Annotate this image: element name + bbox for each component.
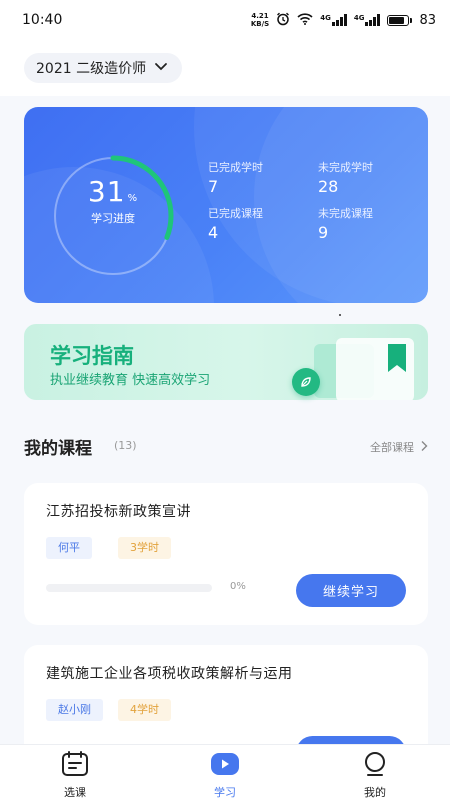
hours-tag: 4学时 <box>118 699 171 721</box>
exam-selector[interactable]: 2021 二级造价师 <box>24 53 183 83</box>
guide-subtitle: 执业继续教育 快速高效学习 <box>50 373 211 388</box>
net-speed: 4.21 KB/S <box>250 12 270 28</box>
teacher-tag: 何平 <box>46 537 92 559</box>
progress-label: 学习进度 <box>91 212 135 225</box>
chevron-right-icon <box>420 440 428 455</box>
progress-ring: 31% 学习进度 <box>48 151 178 281</box>
status-icons: 4.21 KB/S 4G 4G 83 <box>251 12 436 29</box>
signal-icon-1: 4G <box>320 14 347 26</box>
stat-completed-courses: 已完成课程 4 <box>208 207 263 242</box>
play-icon <box>210 751 240 780</box>
course-title: 江苏招投标新政策宣讲 <box>46 504 191 520</box>
tab-study[interactable]: 学习 <box>150 745 300 800</box>
chevron-down-icon <box>154 60 168 76</box>
course-count: (13) <box>114 439 137 452</box>
stat-completed-hours: 已完成学时 7 <box>208 161 263 196</box>
course-card[interactable]: 江苏招投标新政策宣讲 何平 3学时 0% 继续学习 <box>24 483 428 625</box>
all-courses-link[interactable]: 全部课程 <box>370 439 428 455</box>
tab-profile[interactable]: 我的 <box>300 745 450 800</box>
alarm-icon <box>276 12 290 29</box>
stat-remaining-hours: 未完成学时 28 <box>318 161 373 196</box>
leaf-icon <box>292 368 320 396</box>
wifi-icon <box>297 12 313 28</box>
course-title: 建筑施工企业各项税收政策解析与运用 <box>46 666 293 682</box>
study-progress-card[interactable]: 31% 学习进度 已完成学时 7 未完成学时 28 已完成课程 4 未完成课程 9 <box>24 107 428 303</box>
section-title: 我的课程 <box>24 439 92 459</box>
progress-percent: 31% <box>87 175 139 208</box>
my-courses-header: 我的课程 (13) 全部课程 <box>24 434 428 459</box>
continue-learning-button[interactable]: 继续学习 <box>296 574 406 607</box>
bottom-tab-bar: 选课 学习 我的 <box>0 744 450 800</box>
battery-percent: 83 <box>419 12 436 28</box>
course-progress-bar <box>46 584 212 592</box>
teacher-tag: 赵小刚 <box>46 699 103 721</box>
status-time: 10:40 <box>22 12 63 28</box>
tab-course-selection[interactable]: 选课 <box>0 745 150 800</box>
status-bar: 10:40 4.21 KB/S 4G 4G 83 <box>0 0 450 40</box>
top-bar: 2021 二级造价师 <box>0 40 450 96</box>
study-guide-banner[interactable]: 学习指南 执业继续教育 快速高效学习 <box>24 324 428 400</box>
stat-remaining-courses: 未完成课程 9 <box>318 207 373 242</box>
guide-title: 学习指南 <box>50 344 134 368</box>
exam-selector-label: 2021 二级造价师 <box>36 61 147 77</box>
battery-icon <box>387 14 413 26</box>
course-progress-percent: 0% <box>230 581 246 592</box>
user-icon <box>362 751 388 780</box>
hours-tag: 3学时 <box>118 537 171 559</box>
page-indicator-dot <box>339 314 341 316</box>
signal-icon-2: 4G <box>354 14 381 26</box>
calendar-icon <box>61 751 89 780</box>
